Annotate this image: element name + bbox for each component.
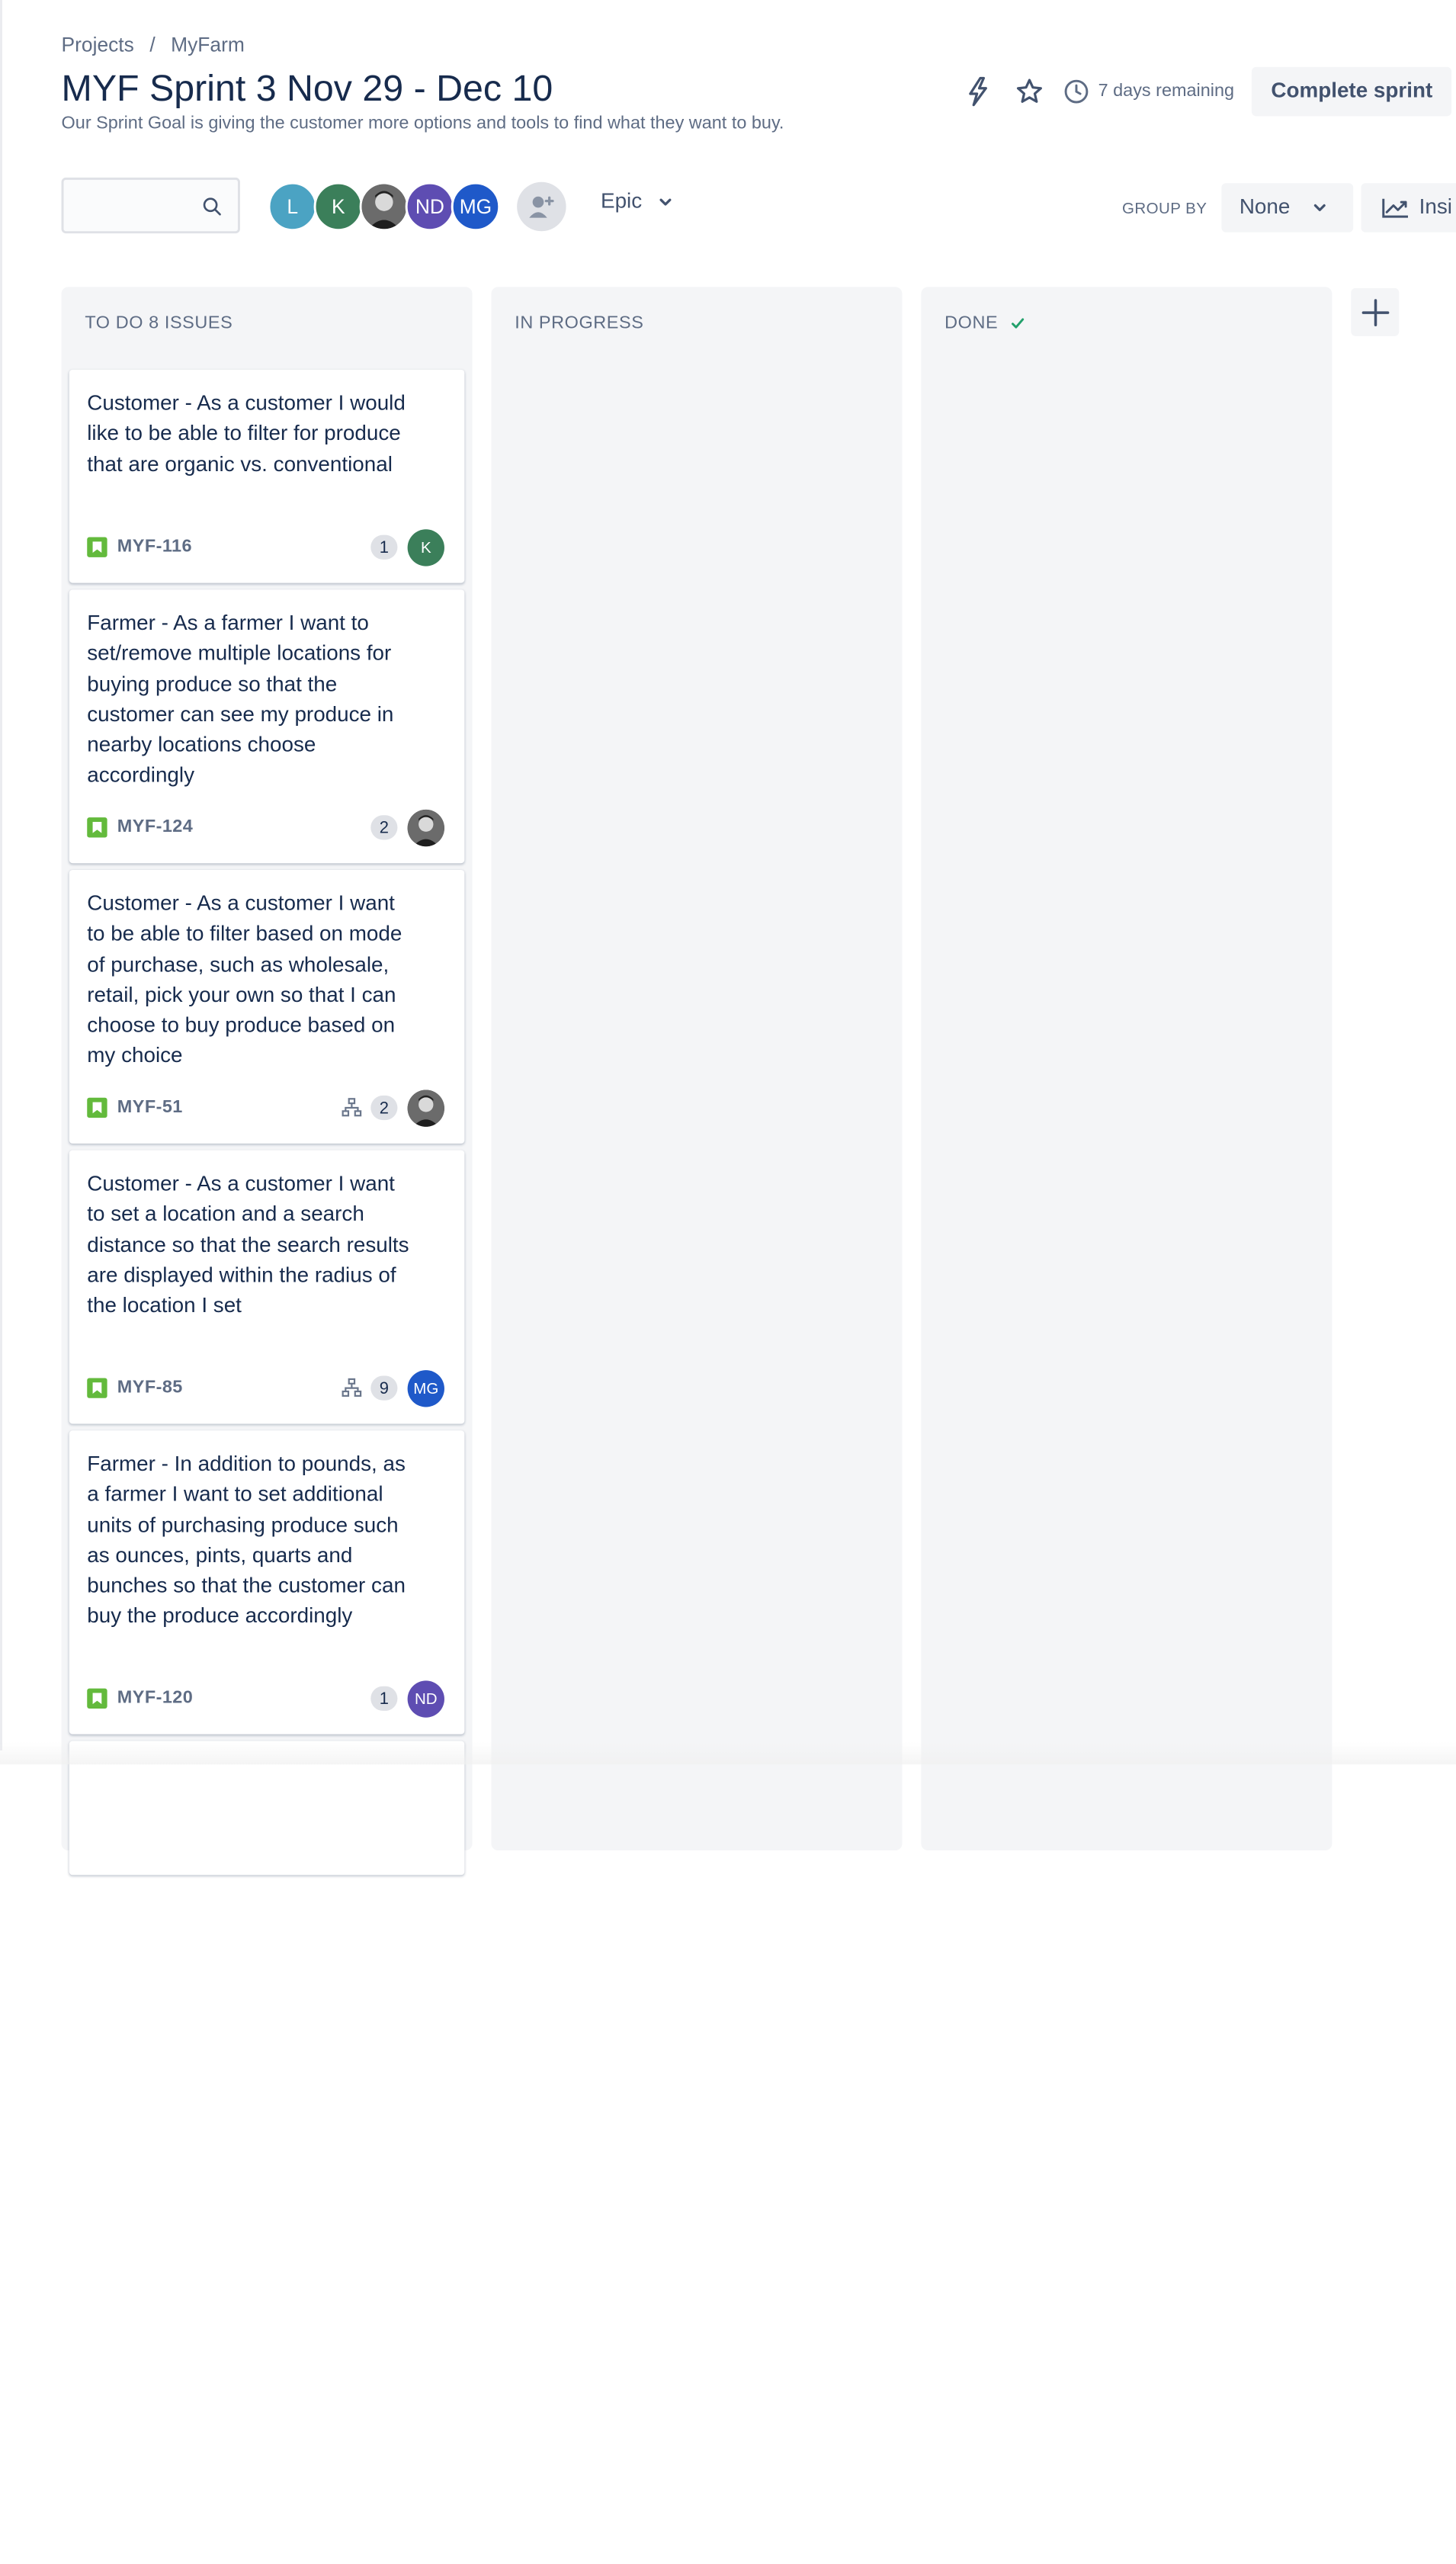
avatar-initials: MG (459, 194, 492, 217)
issue-footer: MYF-124 2 (87, 808, 444, 846)
issue-summary: Customer - As a customer I want to set a… (87, 1172, 409, 1318)
breadcrumb: Projects / MyFarm (62, 34, 245, 57)
issue-summary: Customer - As a customer I want to be ab… (87, 892, 402, 1068)
epic-filter-label: Epic (601, 189, 643, 213)
header-actions: 7 days remaining Complete sprint (960, 66, 1452, 117)
issue-key[interactable]: MYF-85 (117, 1378, 183, 1398)
avatar-filter-nd[interactable]: ND (405, 181, 455, 232)
child-issues-icon (342, 1378, 362, 1398)
issue-key[interactable]: MYF-116 (117, 538, 192, 557)
group-by-dropdown[interactable]: None (1221, 183, 1354, 233)
avatar-filter-l[interactable]: L (268, 181, 317, 232)
column-done-title: DONE (944, 313, 999, 333)
checkmark-icon (1011, 318, 1024, 329)
search-icon (203, 197, 221, 216)
issue-key[interactable]: MYF-51 (117, 1098, 183, 1118)
insights-label: Insi (1419, 195, 1452, 220)
column-done-header: DONE (944, 314, 1029, 334)
page-title: MYF Sprint 3 Nov 29 - Dec 10 (61, 66, 553, 109)
issue-footer: MYF-51 2 (87, 1089, 444, 1127)
assignee-avatar[interactable]: K (407, 528, 444, 566)
story-points-badge: 1 (370, 534, 398, 560)
days-remaining: 7 days remaining (1063, 79, 1234, 105)
issue-summary: Farmer - In addition to pounds, as a far… (87, 1452, 406, 1629)
plus-icon (1361, 298, 1389, 326)
assignee-initials: K (420, 538, 431, 557)
days-remaining-text: 7 days remaining (1098, 81, 1235, 101)
story-icon (87, 537, 107, 557)
assignee-initials: MG (413, 1378, 439, 1398)
person-photo-icon (407, 809, 444, 846)
group-by-value: None (1239, 195, 1291, 220)
breadcrumb-projects-link[interactable]: Projects (62, 34, 134, 57)
person-photo-icon (407, 1089, 444, 1127)
scroll-fade (0, 1741, 1456, 1765)
column-todo-header: TO DO 8 ISSUES (85, 314, 233, 334)
breadcrumb-project-link[interactable]: MyFarm (171, 34, 245, 57)
board-viewport: Projects / MyFarm MYF Sprint 3 Nov 29 - … (0, 0, 1456, 2564)
assignee-filter-avatars: L K ND MG (268, 181, 566, 232)
story-icon (87, 1097, 107, 1118)
sprint-goal: Our Sprint Goal is giving the customer m… (61, 114, 784, 133)
assignee-avatar[interactable] (407, 809, 444, 846)
column-todo: TO DO 8 ISSUES Customer - As a customer … (61, 287, 473, 1876)
column-todo-title: TO DO 8 ISSUES (85, 313, 233, 333)
assignee-initials: ND (414, 1690, 438, 1708)
story-points-badge: 2 (370, 1095, 398, 1121)
assignee-avatar[interactable]: ND (407, 1680, 444, 1717)
add-column-button[interactable] (1351, 287, 1400, 336)
breadcrumb-separator: / (149, 33, 156, 56)
assignee-avatar[interactable] (407, 1089, 444, 1127)
avatar-filter-mg[interactable]: MG (451, 181, 501, 232)
clock-icon (1063, 79, 1088, 104)
issue-footer: MYF-116 1 K (87, 528, 444, 566)
issue-card[interactable]: Farmer - As a farmer I want to set/remov… (69, 589, 465, 864)
issue-card[interactable]: Customer - As a customer I want to set a… (69, 1150, 465, 1424)
add-person-icon (529, 196, 554, 218)
automation-button[interactable] (960, 74, 996, 110)
chevron-down-icon (1314, 204, 1326, 211)
avatar-filter-k[interactable]: K (313, 181, 364, 232)
story-points-badge: 1 (370, 1686, 398, 1711)
avatar-initials: L (287, 194, 299, 217)
story-icon (87, 817, 107, 838)
trend-chart-icon (1382, 198, 1408, 218)
avatar-initials: ND (415, 194, 444, 217)
child-issues-icon (342, 1098, 362, 1118)
story-points-badge: 2 (370, 815, 398, 840)
chevron-down-icon (659, 198, 672, 206)
story-icon (87, 1688, 107, 1709)
column-in-progress-title: IN PROGRESS (515, 313, 644, 333)
issue-key[interactable]: MYF-120 (117, 1689, 193, 1709)
search-input[interactable] (61, 177, 240, 234)
issue-footer: MYF-120 1 ND (87, 1680, 444, 1718)
issue-key[interactable]: MYF-124 (117, 817, 193, 837)
star-button[interactable] (1011, 74, 1047, 110)
lightning-bolt-icon (968, 76, 987, 107)
person-photo-icon (361, 184, 407, 229)
avatar-initials: K (331, 194, 345, 217)
story-icon (87, 1378, 107, 1398)
issue-summary: Customer - As a customer I would like to… (87, 392, 406, 477)
issue-card[interactable]: Customer - As a customer I want to be ab… (69, 870, 465, 1144)
add-people-button[interactable] (517, 181, 566, 232)
issue-card[interactable]: Farmer - In addition to pounds, as a far… (69, 1430, 465, 1734)
column-in-progress: IN PROGRESS (491, 287, 903, 1851)
complete-sprint-button[interactable]: Complete sprint (1252, 66, 1452, 117)
issue-card[interactable]: Customer - As a customer I would like to… (69, 369, 465, 583)
avatar-filter-photo[interactable] (359, 181, 409, 232)
assignee-avatar[interactable]: MG (407, 1369, 444, 1407)
star-icon (1016, 79, 1042, 103)
insights-button[interactable]: Insi (1361, 183, 1456, 233)
issue-footer: MYF-85 9 MG (87, 1369, 444, 1407)
issue-summary: Farmer - As a farmer I want to set/remov… (87, 611, 394, 788)
epic-filter-dropdown[interactable]: Epic (601, 190, 673, 214)
column-done: DONE (921, 287, 1333, 1851)
column-in-progress-header: IN PROGRESS (515, 314, 643, 334)
story-points-badge: 9 (370, 1375, 398, 1401)
group-by-label: GROUP BY (1122, 198, 1207, 217)
